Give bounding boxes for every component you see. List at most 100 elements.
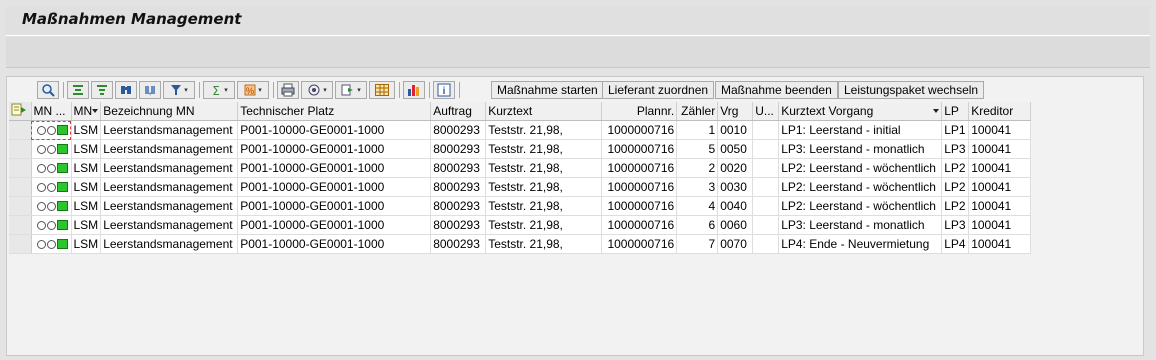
row-selector[interactable]	[9, 139, 32, 159]
table-cell[interactable]: LSM	[71, 177, 102, 197]
table-cell[interactable]	[752, 120, 780, 140]
column-header[interactable]: Plannr.	[601, 102, 678, 121]
table-row[interactable]: LSM Leerstandsmanagement P001-10000-GE0001…	[9, 234, 1032, 254]
table-cell[interactable]: 1	[676, 120, 719, 140]
table-cell[interactable]: 0070	[717, 234, 754, 254]
table-cell[interactable]: LP3	[941, 139, 970, 159]
filter-icon[interactable]: ▾	[163, 81, 195, 99]
table-cell[interactable]: LP2: Leerstand - wöchentlich	[778, 158, 943, 178]
column-header[interactable]: Bezeichnung MN	[100, 102, 239, 121]
end-measure-button[interactable]: Maßnahme beenden	[715, 81, 838, 99]
table-cell[interactable]: 100041	[968, 120, 1032, 140]
column-header[interactable]: Zähler	[676, 102, 719, 121]
table-cell[interactable]: LP1	[941, 120, 970, 140]
table-cell[interactable]: LSM	[71, 215, 102, 235]
table-cell[interactable]: 1000000716	[601, 177, 678, 197]
print-icon[interactable]	[277, 81, 299, 99]
table-cell[interactable]	[752, 177, 780, 197]
table-cell[interactable]	[752, 234, 780, 254]
table-cell[interactable]: Leerstandsmanagement	[100, 120, 239, 140]
status-lights-cell[interactable]	[31, 120, 72, 140]
change-service-package-button[interactable]: Leistungspaket wechseln	[838, 81, 985, 99]
table-cell[interactable]: LSM	[71, 196, 102, 216]
table-row[interactable]: LSM Leerstandsmanagement P001-10000-GE0001…	[9, 196, 1032, 216]
row-selector[interactable]	[9, 215, 32, 235]
table-cell[interactable]: 0060	[717, 215, 754, 235]
row-selector[interactable]	[9, 120, 32, 140]
status-lights-cell[interactable]	[31, 234, 72, 254]
table-cell[interactable]: P001-10000-GE0001-1000	[237, 215, 432, 235]
table-cell[interactable]: 0050	[717, 139, 754, 159]
table-cell[interactable]: Teststr. 21,98,	[485, 139, 603, 159]
column-header[interactable]: MN ...	[31, 102, 72, 121]
table-row[interactable]: LSM Leerstandsmanagement P001-10000-GE0001…	[9, 139, 1032, 159]
table-cell[interactable]: 7	[676, 234, 719, 254]
column-header[interactable]: Auftrag	[430, 102, 487, 121]
column-header[interactable]: Kreditor	[968, 102, 1032, 121]
table-cell[interactable]: LP3: Leerstand - monatlich	[778, 139, 943, 159]
table-cell[interactable]: 1000000716	[601, 139, 678, 159]
table-row[interactable]: LSM Leerstandsmanagement P001-10000-GE0001…	[9, 215, 1032, 235]
table-row[interactable]: LSM Leerstandsmanagement P001-10000-GE0001…	[9, 120, 1032, 140]
column-header[interactable]: Kurztext Vorgang	[778, 102, 943, 121]
table-cell[interactable]: 0010	[717, 120, 754, 140]
table-cell[interactable]: LP3	[941, 215, 970, 235]
views-icon[interactable]: ▾	[301, 81, 333, 99]
table-cell[interactable]: 4	[676, 196, 719, 216]
table-cell[interactable]: 100041	[968, 234, 1032, 254]
status-lights-cell[interactable]	[31, 196, 72, 216]
table-cell[interactable]: LP1: Leerstand - initial	[778, 120, 943, 140]
start-measure-button[interactable]: Maßnahme starten	[491, 81, 604, 99]
column-header[interactable]: MN	[71, 102, 102, 121]
subtotal-icon[interactable]: % ▾	[237, 81, 269, 99]
row-selector[interactable]	[9, 234, 32, 254]
table-cell[interactable]: 100041	[968, 139, 1032, 159]
layout-icon[interactable]	[369, 81, 395, 99]
table-cell[interactable]: 6	[676, 215, 719, 235]
table-cell[interactable]: 1000000716	[601, 158, 678, 178]
column-header[interactable]: Vrg	[717, 102, 754, 121]
table-cell[interactable]: Leerstandsmanagement	[100, 196, 239, 216]
table-cell[interactable]: P001-10000-GE0001-1000	[237, 234, 432, 254]
table-cell[interactable]: LSM	[71, 158, 102, 178]
table-cell[interactable]: 1000000716	[601, 215, 678, 235]
table-cell[interactable]: LP3: Leerstand - monatlich	[778, 215, 943, 235]
table-cell[interactable]: LSM	[71, 120, 102, 140]
table-cell[interactable]: Leerstandsmanagement	[100, 139, 239, 159]
table-cell[interactable]: Teststr. 21,98,	[485, 234, 603, 254]
find-icon[interactable]	[115, 81, 137, 99]
table-cell[interactable]: Teststr. 21,98,	[485, 120, 603, 140]
details-icon[interactable]	[37, 81, 59, 99]
status-lights-cell[interactable]	[31, 215, 72, 235]
table-cell[interactable]: 100041	[968, 196, 1032, 216]
table-cell[interactable]: 1000000716	[601, 234, 678, 254]
sort-descending-icon[interactable]	[91, 81, 113, 99]
table-cell[interactable]	[752, 215, 780, 235]
table-cell[interactable]: Leerstandsmanagement	[100, 215, 239, 235]
table-cell[interactable]	[752, 158, 780, 178]
table-cell[interactable]: 5	[676, 139, 719, 159]
status-lights-cell[interactable]	[31, 158, 72, 178]
table-cell[interactable]: 0030	[717, 177, 754, 197]
status-lights-cell[interactable]	[31, 139, 72, 159]
table-cell[interactable]: 8000293	[430, 158, 487, 178]
assign-supplier-button[interactable]: Lieferant zuordnen	[602, 81, 715, 99]
export-icon[interactable]: ▾	[335, 81, 367, 99]
info-icon[interactable]: i	[433, 81, 455, 99]
table-cell[interactable]: 1000000716	[601, 196, 678, 216]
table-cell[interactable]: P001-10000-GE0001-1000	[237, 139, 432, 159]
table-cell[interactable]: Leerstandsmanagement	[100, 158, 239, 178]
table-cell[interactable]: 8000293	[430, 196, 487, 216]
table-cell[interactable]: LP2	[941, 177, 970, 197]
column-header[interactable]: Technischer Platz	[237, 102, 432, 121]
table-row[interactable]: LSM Leerstandsmanagement P001-10000-GE0001…	[9, 158, 1032, 178]
graphic-icon[interactable]	[403, 81, 425, 99]
table-cell[interactable]: LP2: Leerstand - wöchentlich	[778, 196, 943, 216]
table-cell[interactable]: 3	[676, 177, 719, 197]
table-cell[interactable]: LSM	[71, 139, 102, 159]
table-cell[interactable]: Teststr. 21,98,	[485, 158, 603, 178]
table-cell[interactable]: 0020	[717, 158, 754, 178]
table-cell[interactable]: LP2: Leerstand - wöchentlich	[778, 177, 943, 197]
table-cell[interactable]: LP4	[941, 234, 970, 254]
table-cell[interactable]: LSM	[71, 234, 102, 254]
